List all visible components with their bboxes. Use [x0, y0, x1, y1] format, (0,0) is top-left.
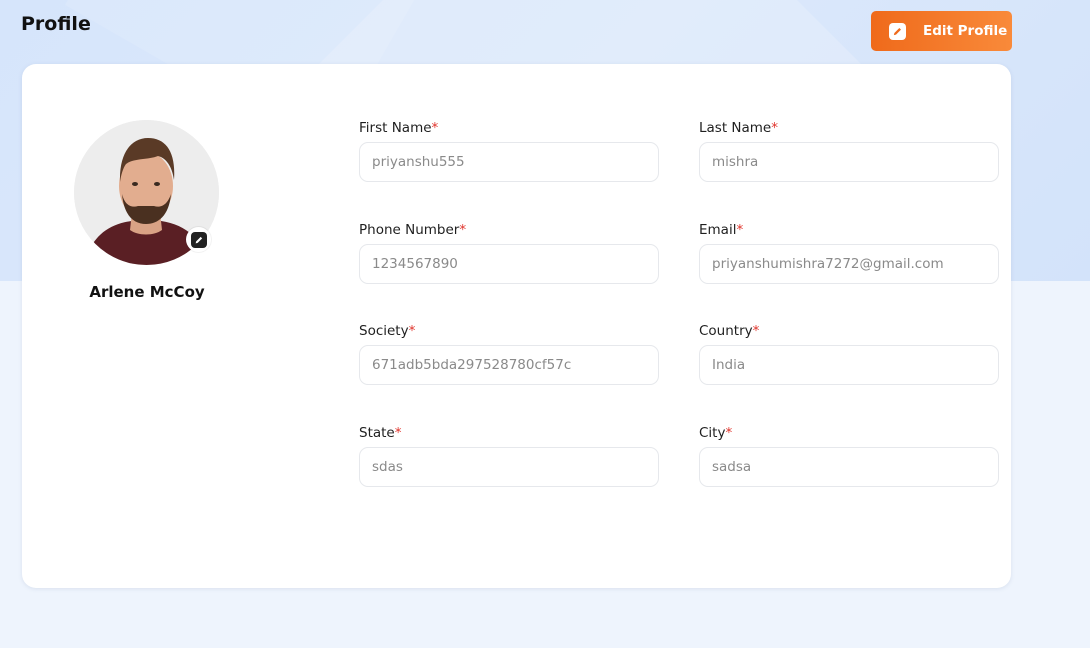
state-field: State* — [359, 425, 659, 487]
change-avatar-button[interactable] — [186, 227, 211, 252]
society-label: Society* — [359, 323, 416, 339]
country-label: Country* — [699, 323, 760, 339]
phone-number-field: Phone Number* — [359, 222, 659, 284]
profile-card: Arlene McCoy First Name* Last Name* Phon… — [22, 64, 1011, 588]
pencil-icon — [190, 231, 207, 248]
phone-number-input[interactable] — [359, 244, 659, 284]
state-label: State* — [359, 425, 402, 441]
last-name-input[interactable] — [699, 142, 999, 182]
edit-profile-button[interactable]: Edit Profile — [871, 11, 1012, 51]
last-name-field: Last Name* — [699, 120, 999, 182]
city-input[interactable] — [699, 447, 999, 487]
edit-profile-label: Edit Profile — [923, 23, 1008, 39]
email-field: Email* — [699, 222, 999, 284]
country-field: Country* — [699, 323, 999, 385]
society-field: Society* — [359, 323, 659, 385]
last-name-label: Last Name* — [699, 120, 778, 136]
first-name-input[interactable] — [359, 142, 659, 182]
state-input[interactable] — [359, 447, 659, 487]
email-label: Email* — [699, 222, 744, 238]
city-label: City* — [699, 425, 733, 441]
first-name-label: First Name* — [359, 120, 439, 136]
edit-icon — [889, 22, 906, 40]
page-title: Profile — [21, 13, 91, 35]
society-input[interactable] — [359, 345, 659, 385]
city-field: City* — [699, 425, 999, 487]
email-input[interactable] — [699, 244, 999, 284]
avatar-container — [74, 120, 219, 265]
phone-number-label: Phone Number* — [359, 222, 467, 238]
country-input[interactable] — [699, 345, 999, 385]
user-name: Arlene McCoy — [89, 283, 205, 301]
first-name-field: First Name* — [359, 120, 659, 182]
